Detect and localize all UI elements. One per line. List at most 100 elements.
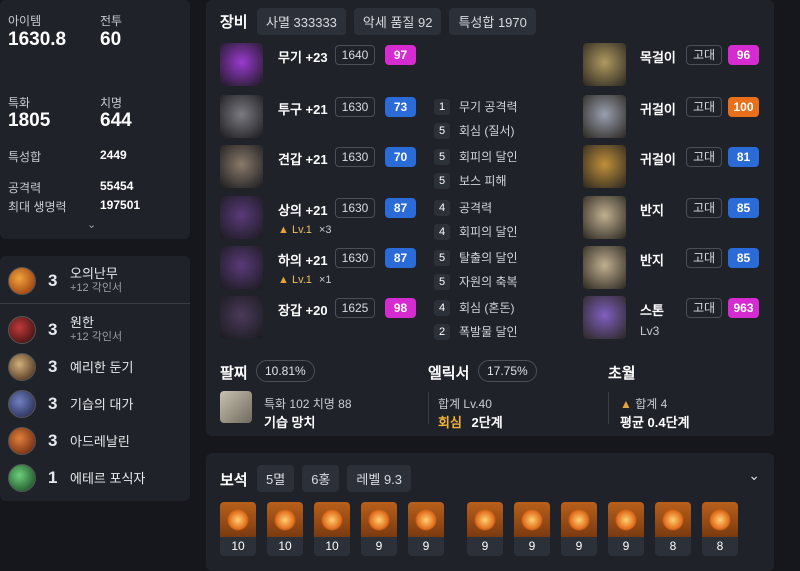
engraving-row[interactable]: 1 에테르 포식자 (8, 464, 145, 492)
accessory-grade: 고대 (686, 147, 722, 167)
item-name: 무기 +23 (278, 50, 328, 65)
gem-slot[interactable]: 9 (561, 502, 597, 556)
quality-badge: 81 (728, 147, 759, 167)
gem-level: 9 (422, 539, 430, 553)
fire-burst-icon (8, 267, 36, 295)
crit-value: 644 (100, 110, 132, 131)
combat-label: 전투 (100, 14, 123, 28)
engraving-title: 아드레날린 (70, 433, 130, 449)
bracelet-icon[interactable] (220, 391, 252, 423)
transcend-total: ▲ 합계 4 (620, 397, 668, 411)
earring-icon[interactable] (583, 145, 626, 188)
effect-level: 5 (434, 249, 450, 266)
effect-name: 보스 피해 (459, 174, 507, 188)
effect-name: 자원의 축복 (459, 275, 518, 289)
gem-level: 10 (278, 539, 292, 553)
engraving-row[interactable]: 3 예리한 둔기 (8, 353, 133, 381)
special-value: 1805 (8, 110, 51, 131)
engraving-title: 오의난무 (70, 266, 118, 281)
gem-slot[interactable]: 9 (467, 502, 503, 556)
pants-icon[interactable] (220, 246, 263, 289)
elixir-percent: 17.75% (478, 360, 537, 382)
item-level: 1630 (335, 248, 375, 268)
engraving-row[interactable]: 3 기습의 대가 (8, 390, 133, 418)
shoulder-icon[interactable] (220, 145, 263, 188)
equipment-panel: 장비 사멸 333333 악세 품질 92 특성합 1970 팔찌 10.81% 특… (206, 0, 774, 436)
hp-value: 197501 (100, 198, 141, 212)
earring-icon[interactable] (583, 95, 626, 138)
item-level: 1630 (335, 97, 375, 117)
engraving-name: 원한 +12 각인서 (70, 315, 122, 345)
attack-value: 55454 (100, 179, 134, 193)
equipment-chips: 사멸 333333 악세 품질 92 특성합 1970 (257, 8, 536, 35)
item-effect: 4 회피의 달인 (434, 223, 518, 240)
gem-slot[interactable]: 10 (314, 502, 350, 556)
accessory-grade: 고대 (686, 298, 722, 318)
collapse-chevron-icon[interactable]: ⌄ (748, 467, 760, 484)
quality-badge: 87 (385, 248, 416, 268)
effect-name: 회심 (질서) (459, 124, 515, 138)
gem-slot[interactable]: 10 (267, 502, 303, 556)
item-level: 1625 (335, 298, 375, 318)
ambush-icon (8, 390, 36, 418)
gems-panel: 보석 5멸 6홍 레벨 9.3 ⌄ 10 10 10 9 9 9 9 9 9 8 8 (206, 453, 774, 571)
effect-name: 회피의 달인 (459, 225, 518, 239)
effect-level: 5 (434, 273, 450, 290)
gem-level: 9 (375, 539, 383, 553)
item-effect: 4 회심 (혼돈) (434, 299, 515, 316)
engraving-book: +12 각인서 (70, 331, 123, 343)
item-level-value: 1630.8 (8, 29, 67, 50)
weapon-icon[interactable] (220, 43, 263, 86)
gem-icon (561, 502, 597, 537)
helmet-icon[interactable] (220, 95, 263, 138)
transcend-title: 초월 (608, 365, 636, 382)
engraving-row[interactable]: 3 오의난무 +12 각인서 (8, 266, 122, 296)
special-label: 특화 (8, 96, 31, 110)
gem-slot[interactable]: 8 (655, 502, 691, 556)
item-effect: 5 보스 피해 (434, 172, 507, 189)
accessory-name: 귀걸이 (640, 102, 676, 117)
item-level: 1630 (335, 198, 375, 218)
engraving-row[interactable]: 3 아드레날린 (8, 427, 130, 455)
chest-icon[interactable] (220, 196, 263, 239)
gem-slot[interactable]: 9 (514, 502, 550, 556)
gems-title: 보석 (220, 472, 248, 489)
item-name: 장갑 +20 (278, 303, 328, 318)
gem-icon (608, 502, 644, 537)
engraving-row[interactable]: 3 원한 +12 각인서 (8, 315, 122, 345)
gem-level: 9 (575, 539, 583, 553)
gem-icon (220, 502, 256, 537)
flame-icon: ▲ (620, 397, 632, 411)
expand-chevron-icon[interactable]: ⌄ (87, 218, 96, 231)
gem-slot[interactable]: 8 (702, 502, 738, 556)
gem-slot[interactable]: 9 (361, 502, 397, 556)
bracelet-percent: 10.81% (256, 360, 315, 382)
gem-icon (267, 502, 303, 537)
equipment-chip: 특성합 1970 (449, 8, 536, 35)
quality-badge: 97 (385, 45, 416, 65)
accessory-grade: 고대 (686, 248, 722, 268)
ring-icon[interactable] (583, 246, 626, 289)
gem-icon (314, 502, 350, 537)
combat-value: 60 (100, 29, 122, 50)
gem-slot[interactable]: 10 (220, 502, 256, 556)
gem-level: 9 (622, 539, 630, 553)
item-effect: 5 탈출의 달인 (434, 249, 518, 266)
gloves-icon[interactable] (220, 296, 263, 339)
ring-icon[interactable] (583, 196, 626, 239)
gem-slot[interactable]: 9 (408, 502, 444, 556)
transcend-average: 평균 0.4단계 (620, 415, 690, 430)
necklace-icon[interactable] (583, 43, 626, 86)
crit-label: 치명 (100, 96, 123, 110)
engraving-book: +12 각인서 (70, 282, 123, 294)
gem-slot[interactable]: 9 (608, 502, 644, 556)
quality-badge: 73 (385, 97, 416, 117)
gem-level: 10 (325, 539, 339, 553)
effect-level: 5 (434, 122, 450, 139)
accessory-name: 스톤 (640, 303, 664, 318)
stone-icon[interactable] (583, 296, 626, 339)
engraving-divider (0, 303, 190, 304)
accessory-name: 목걸이 (640, 50, 676, 65)
grudge-icon (8, 316, 36, 344)
gem-level: 9 (481, 539, 489, 553)
